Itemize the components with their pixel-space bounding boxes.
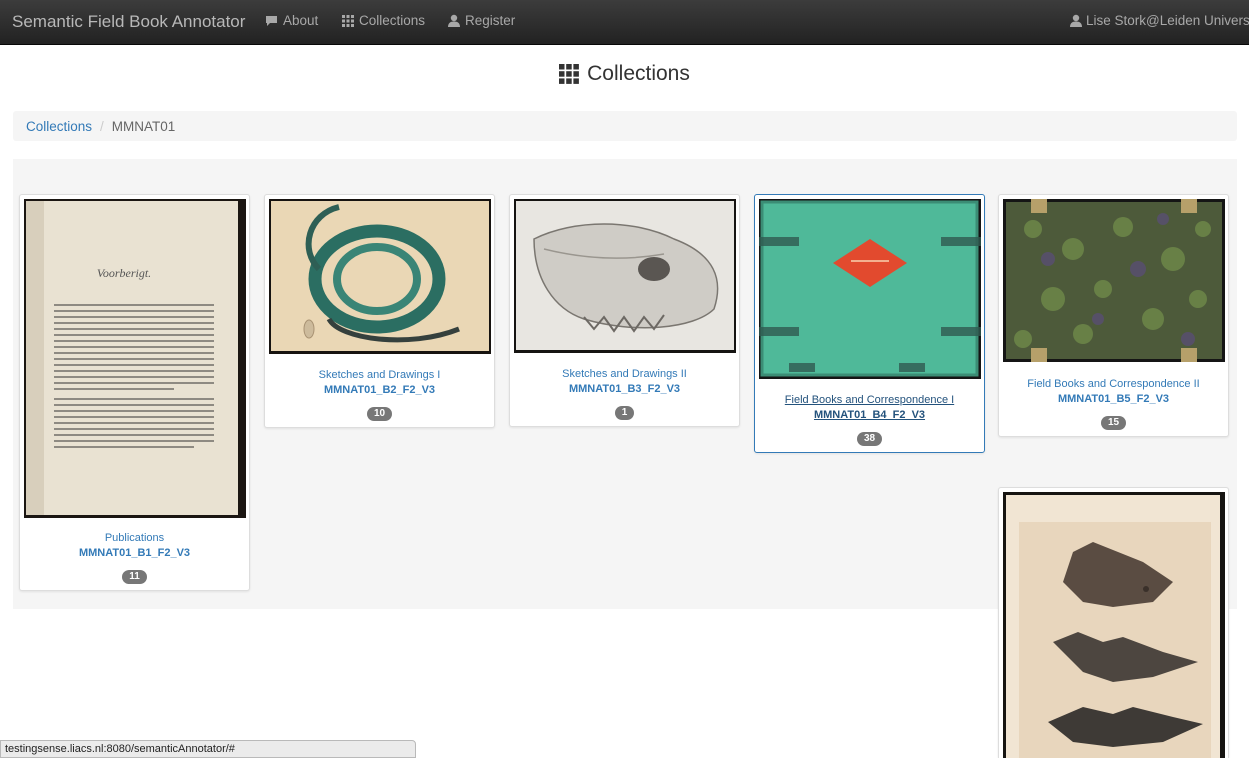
- nav-user-label: Lise Stork@Leiden University: [1086, 13, 1249, 28]
- grid-icon: [342, 14, 354, 27]
- card-caption: Sketches and Drawings II MMNAT01_B3_F2_V…: [510, 367, 739, 420]
- collection-id[interactable]: MMNAT01_B3_F2_V3: [510, 382, 739, 397]
- breadcrumb-collections-link[interactable]: Collections: [26, 119, 92, 134]
- collection-id[interactable]: MMNAT01_B1_F2_V3: [20, 546, 249, 561]
- collection-thumbnail: Voorberigt.: [24, 199, 246, 518]
- collection-thumbnail: [269, 199, 491, 354]
- grid-icon: [559, 64, 580, 84]
- nav-register[interactable]: Register: [448, 13, 515, 28]
- collection-card-field-books-2[interactable]: Field Books and Correspondence II MMNAT0…: [998, 194, 1229, 437]
- collection-card-publications[interactable]: Voorberigt. Publications MMNAT01_B1_F2_V…: [19, 194, 250, 591]
- nav-collections-label: Collections: [359, 13, 426, 28]
- breadcrumb-current: MMNAT01: [111, 118, 176, 134]
- item-count-badge: 15: [1100, 416, 1127, 430]
- collection-title[interactable]: Publications: [20, 531, 249, 546]
- item-count-badge: 11: [122, 570, 147, 584]
- page-title: Collections: [587, 62, 690, 85]
- nav-collections[interactable]: Collections: [342, 13, 425, 28]
- comment-icon: [266, 15, 277, 26]
- nav-about-label: About: [283, 13, 319, 28]
- breadcrumb-separator: /: [100, 118, 104, 134]
- item-count-badge: 38: [856, 432, 883, 446]
- page-heading: Collections: [0, 62, 1249, 86]
- item-count-badge: 1: [614, 406, 635, 420]
- collection-thumbnail: [514, 199, 736, 353]
- collection-id[interactable]: MMNAT01_B2_F2_V3: [265, 383, 494, 398]
- card-caption: Publications MMNAT01_B1_F2_V3 11: [20, 531, 249, 584]
- collection-id[interactable]: MMNAT01_B5_F2_V3: [999, 392, 1228, 407]
- brand-link[interactable]: Semantic Field Book Annotator: [12, 12, 245, 32]
- collection-title[interactable]: Sketches and Drawings II: [510, 367, 739, 382]
- breadcrumb: Collections / MMNAT01: [13, 111, 1237, 141]
- collection-id[interactable]: MMNAT01_B4_F2_V3: [755, 408, 984, 423]
- collection-thumbnail: [1003, 492, 1225, 758]
- nav-register-label: Register: [465, 13, 516, 28]
- nav-user-account[interactable]: Lise Stork@Leiden University: [1070, 13, 1249, 28]
- collection-title[interactable]: Field Books and Correspondence II: [999, 377, 1228, 392]
- card-caption: Sketches and Drawings I MMNAT01_B2_F2_V3…: [265, 368, 494, 421]
- navbar: Semantic Field Book Annotator About Coll…: [0, 0, 1249, 45]
- collection-thumbnail: [759, 199, 981, 379]
- collection-card-partial[interactable]: [998, 487, 1229, 758]
- item-count-badge: 10: [366, 407, 393, 421]
- user-icon: [1070, 14, 1082, 27]
- nav-about[interactable]: About: [265, 13, 318, 28]
- card-caption: Field Books and Correspondence I MMNAT01…: [755, 393, 984, 446]
- user-icon: [448, 14, 460, 27]
- collection-card-sketches-1[interactable]: Sketches and Drawings I MMNAT01_B2_F2_V3…: [264, 194, 495, 428]
- collection-card-sketches-2[interactable]: Sketches and Drawings II MMNAT01_B3_F2_V…: [509, 194, 740, 427]
- browser-status-bar: testingsense.liacs.nl:8080/semanticAnnot…: [0, 740, 416, 758]
- card-caption: Field Books and Correspondence II MMNAT0…: [999, 377, 1228, 430]
- collection-title[interactable]: Sketches and Drawings I: [265, 368, 494, 383]
- collection-thumbnail: [1003, 199, 1225, 362]
- svg-text:Voorberigt.: Voorberigt.: [97, 266, 151, 280]
- collection-card-field-books-1[interactable]: Field Books and Correspondence I MMNAT01…: [754, 194, 985, 453]
- collection-title[interactable]: Field Books and Correspondence I: [755, 393, 984, 408]
